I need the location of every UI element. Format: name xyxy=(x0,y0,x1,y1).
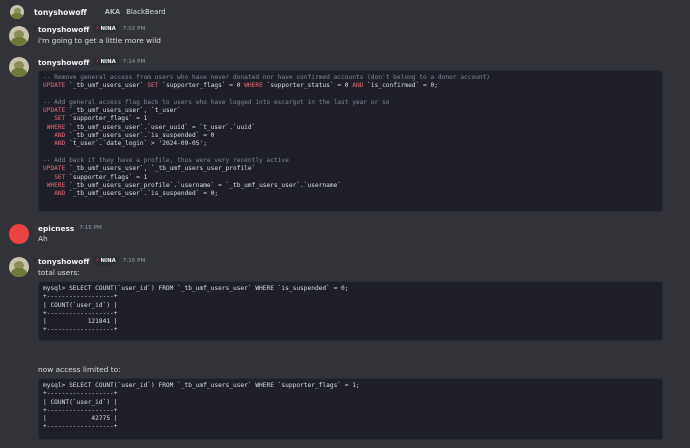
header-avatar[interactable] xyxy=(10,5,24,19)
header-username[interactable]: tonyshowoff xyxy=(34,8,87,17)
author-name[interactable]: tonyshowoff xyxy=(38,58,89,67)
message-meta: epicness 7:15 PM xyxy=(38,223,102,233)
timestamp: 7:02 PM xyxy=(122,26,146,32)
message-meta: tonyshowoff ⚡ NINA 7:14 PM xyxy=(38,57,145,67)
code-line: -- Add general access flag back to users… xyxy=(43,98,390,106)
bolt-icon: ⚡ xyxy=(95,58,100,65)
timestamp: 7:15 PM xyxy=(122,258,146,264)
message-text: total users: xyxy=(38,268,80,277)
bolt-icon: ⚡ xyxy=(95,25,100,32)
code-line: +------------------+ xyxy=(43,423,118,431)
avatar[interactable] xyxy=(9,257,29,277)
timestamp: 7:14 PM xyxy=(122,59,146,65)
message-text: Ah xyxy=(38,234,48,243)
code-block-sql-update[interactable]: -- Remove general access from users who … xyxy=(38,70,663,212)
user-tag: ⚡ NINA xyxy=(93,257,118,265)
code-line: +------------------+ xyxy=(43,406,118,414)
code-line: +------------------+ xyxy=(43,309,118,317)
code-line: UPDATE `_tb_umf_users_user` SET `support… xyxy=(43,82,438,90)
avatar[interactable] xyxy=(9,26,29,46)
code-line: | 121841 | xyxy=(43,318,118,326)
code-line: | COUNT(`user_id`) | xyxy=(43,301,118,309)
bolt-icon: ⚡ xyxy=(95,257,100,264)
tag-label: NINA xyxy=(100,59,116,65)
code-line: WHERE `_tb_umf_users_user_profile`.`user… xyxy=(46,181,342,189)
code-line: UPDATE `_tb_umf_users_user`, `_tb_umf_us… xyxy=(43,165,256,173)
author-name[interactable]: epicness xyxy=(38,224,74,233)
code-line: mysql> SELECT COUNT(`user_id`) FROM `_tb… xyxy=(43,382,360,389)
author-name[interactable]: tonyshowoff xyxy=(38,257,89,266)
avatar[interactable] xyxy=(9,224,29,244)
code-line: AND `t_user`.`date_login` > '2024-09-05'… xyxy=(54,140,207,148)
thread-header: tonyshowoff AKA BlackBeard xyxy=(0,0,690,24)
aka-name: BlackBeard xyxy=(126,8,166,16)
code-line: mysql> SELECT COUNT(`user_id`) FROM `_tb… xyxy=(43,285,349,292)
author-name[interactable]: tonyshowoff xyxy=(38,25,89,34)
code-line: +------------------+ xyxy=(43,293,118,301)
message-text: i'm going to get a little more wild xyxy=(38,36,161,45)
code-line: SET `supporter_flags` = 1 xyxy=(54,115,148,123)
user-tag: ⚡ NINA xyxy=(93,58,118,66)
code-block-total-users[interactable]: mysql> SELECT COUNT(`user_id`) FROM `_tb… xyxy=(38,281,663,341)
tag-label: NINA xyxy=(100,26,116,32)
message-meta: tonyshowoff ⚡ NINA 7:02 PM xyxy=(38,24,145,34)
tag-label: NINA xyxy=(100,258,116,264)
code-line: WHERE `_tb_umf_users_user`.`user_uuid` =… xyxy=(46,123,256,131)
message-meta: tonyshowoff ⚡ NINA 7:15 PM xyxy=(38,256,145,266)
code-line: SET `supporter_flags` = 1 xyxy=(54,173,148,181)
code-line: AND `_tb_umf_users_user`.`is_suspended` … xyxy=(54,190,219,198)
aka-label: AKA xyxy=(104,8,121,16)
message-text-2: now access limited to: xyxy=(38,365,121,374)
code-line: | COUNT(`user_id`) | xyxy=(43,398,118,406)
user-tag: ⚡ NINA xyxy=(93,25,118,33)
timestamp: 7:15 PM xyxy=(79,225,102,231)
avatar[interactable] xyxy=(9,57,29,77)
code-line: +------------------+ xyxy=(43,390,118,398)
code-line: +------------------+ xyxy=(43,326,118,334)
code-block-limited-users[interactable]: mysql> SELECT COUNT(`user_id`) FROM `_tb… xyxy=(38,378,663,440)
code-line: | 42775 | xyxy=(43,415,118,423)
